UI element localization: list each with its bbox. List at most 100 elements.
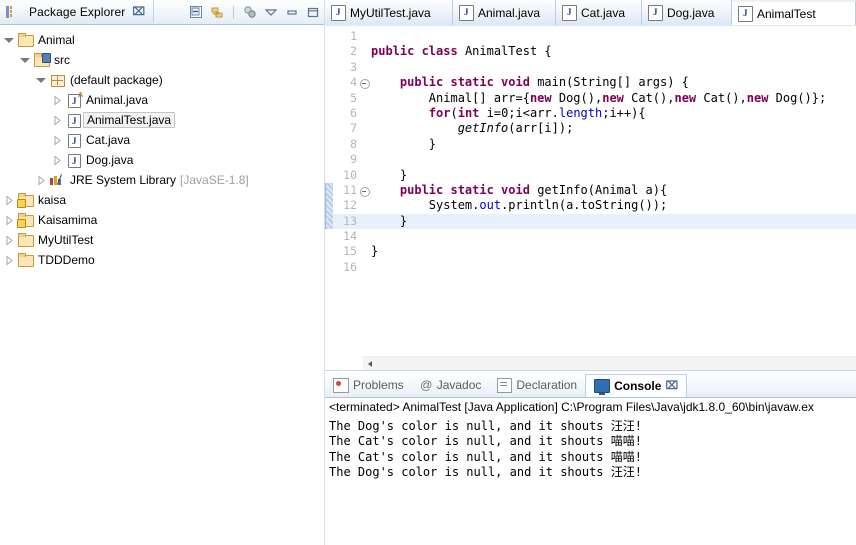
java-file-icon: J [738,5,753,22]
editor-code[interactable]: 1 2 public class AnimalTest {3 4 public sta… [325,26,856,356]
project-folder-warning-icon [17,212,34,228]
code-line[interactable]: 4 public static void main(String[] args)… [325,75,856,90]
scroll-left-icon[interactable] [364,358,376,370]
tree-item-animal-java[interactable]: J A Animal.java [0,90,325,110]
line-number: 6 [350,105,357,120]
code-line-text: System.out.println(a.toString()); [371,198,668,213]
editor-tab-animal-java[interactable]: J Animal.java [453,0,556,25]
expander-closed-icon[interactable] [52,134,63,146]
tree-item-animaltest-java[interactable]: J AnimalTest.java [0,110,325,130]
code-line[interactable]: 14 [325,229,856,244]
close-icon[interactable]: ⌧ [665,379,678,392]
expander-closed-icon[interactable] [52,114,63,126]
code-line[interactable]: 11 public static void getInfo(Animal a){ [325,183,856,198]
maximize-icon[interactable] [305,4,321,20]
project-folder-warning-icon [17,192,34,208]
tab-package-explorer[interactable]: Package Explorer ⌧ [0,0,155,23]
code-fold-collapse-icon[interactable] [360,79,370,90]
code-line[interactable]: 8 } [325,137,856,152]
tree-item-label: Cat.java [86,133,131,147]
editor-tab-myutiltest-java[interactable]: J MyUtilTest.java [325,0,453,25]
expander-open-icon[interactable] [36,75,47,86]
package-explorer-toolbar [188,3,321,21]
jre-library-icon [49,172,66,188]
package-explorer-view: Package Explorer ⌧ Animal src (default p… [0,0,325,545]
package-explorer-icon [4,4,21,20]
code-line[interactable]: 16 [325,260,856,275]
editor-tab-label: AnimalTest [757,6,816,21]
code-line[interactable]: 5 Animal[] arr={new Dog(),new Cat(),new … [325,91,856,106]
editor-horizontal-scrollbar[interactable] [363,356,856,371]
tree-item-kaisa[interactable]: kaisa [0,190,325,210]
expander-closed-icon[interactable] [4,194,15,206]
toolbar-separator [233,5,234,19]
code-line[interactable]: 10 } [325,168,856,183]
code-line-text: for(int i=0;i<arr.length;i++){ [428,105,646,120]
view-menu-icon[interactable] [242,4,258,20]
line-number: 15 [343,244,357,259]
declaration-icon [497,377,513,393]
console-tab-console[interactable]: Console ⌧ [585,373,688,397]
editor-area: J MyUtilTest.java J Animal.java J Cat.java J Do… [325,0,856,545]
code-line[interactable]: 9 [325,152,856,167]
java-abstract-file-icon: JA [65,92,83,108]
code-line[interactable]: 13 } [325,213,856,230]
editor-tabstrip: J MyUtilTest.java J Animal.java J Cat.java J Do… [325,0,856,27]
line-number: 16 [343,259,357,274]
console-tab-problems[interactable]: Problems [325,374,412,397]
code-line[interactable]: 3 [325,60,856,75]
tree-item-myutiltest[interactable]: MyUtilTest [0,230,325,250]
code-line-text: } [371,213,408,228]
console-tab-label: Javadoc [436,378,482,392]
chevron-down-icon[interactable] [263,4,279,20]
tree-item-tdddemo[interactable]: TDDDemo [0,250,325,270]
collapse-all-icon[interactable] [188,4,204,20]
editor-tab-animaltest[interactable]: J AnimalTest [732,0,856,25]
code-fold-collapse-icon[interactable] [360,186,370,197]
link-with-editor-icon[interactable] [209,4,225,20]
code-line[interactable]: 1 [325,29,856,44]
expander-closed-icon[interactable] [52,154,63,166]
tree-item-animal[interactable]: Animal [0,30,325,50]
project-folder-icon [17,232,34,248]
code-line[interactable]: 6 for(int i=0;i<arr.length;i++){ [325,106,856,121]
tree-item-src[interactable]: src [0,50,325,70]
code-line[interactable]: 2 public class AnimalTest { [325,44,856,59]
code-line[interactable]: 15} [325,244,856,259]
source-folder-icon [33,52,51,68]
tree-item-default-package[interactable]: (default package) [0,70,325,90]
java-editor[interactable]: 1 2 public class AnimalTest {3 4 public sta… [325,26,856,371]
editor-tab-cat-java[interactable]: J Cat.java [556,0,642,25]
console-tab-label: Console [614,378,662,393]
tree-item-cat-java[interactable]: J Cat.java [0,130,325,150]
expander-open-icon[interactable] [20,55,31,66]
tree-item-label-box: kaisa [38,193,66,207]
expander-closed-icon[interactable] [4,214,15,226]
expander-closed-icon[interactable] [4,254,15,266]
expander-open-icon[interactable] [4,35,15,46]
console-output[interactable]: The Dog's color is null, and it shouts 汪… [329,419,856,481]
console-tab-javadoc[interactable]: @ Javadoc [412,374,490,397]
tree-item-label-box: AnimalTest.java [83,112,176,128]
project-tree[interactable]: Animal src (default package) J A Animal.java J… [0,24,325,545]
tree-item-label: Dog.java [86,153,134,167]
editor-tab-dog-java[interactable]: J Dog.java [642,0,732,25]
tree-item-label-box: src [54,53,70,67]
code-line[interactable]: 12 System.out.println(a.toString()); [325,198,856,213]
code-line[interactable]: 7 getInfo(arr[i]); [325,121,856,136]
tree-item-label-box: Dog.java [86,153,133,167]
expander-closed-icon[interactable] [4,234,15,246]
tree-item-dog-java[interactable]: J Dog.java [0,150,325,170]
console-tab-declaration[interactable]: Declaration [489,374,585,397]
close-icon[interactable]: ⌧ [132,5,145,18]
expander-closed-icon[interactable] [36,174,47,186]
tree-item-label: TDDDemo [38,253,95,267]
tree-item-jre-system-library[interactable]: JRE System Library [JavaSE-1.8] [0,170,325,190]
expander-closed-icon[interactable] [52,94,63,106]
line-number: 14 [343,229,357,244]
tree-item-suffix: [JavaSE-1.8] [180,173,249,187]
java-file-icon: J [65,112,82,128]
minimize-icon[interactable] [284,4,300,20]
console-view: Problems @ Javadoc Declaration Console ⌧ <ter… [325,373,856,545]
tree-item-kaisamima[interactable]: Kaisamima [0,210,325,230]
